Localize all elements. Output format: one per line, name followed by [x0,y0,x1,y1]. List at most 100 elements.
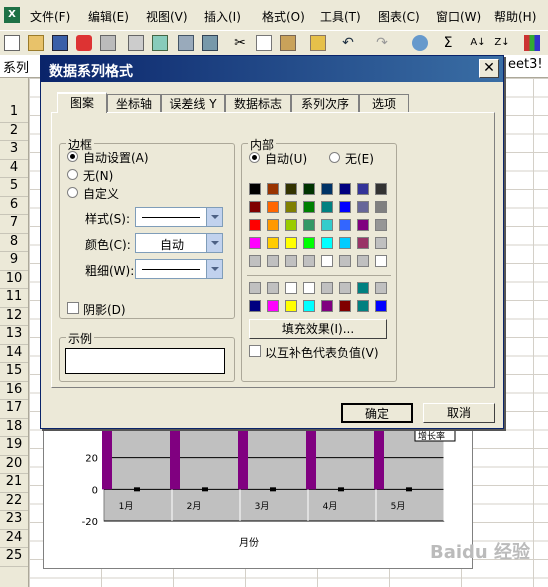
menu-help[interactable]: 帮助(H) [494,8,536,25]
tab-series-order[interactable]: 系列次序 [291,94,359,112]
color-swatch[interactable] [267,219,279,231]
color-swatch[interactable] [285,282,297,294]
formula-content[interactable]: eet3! [508,57,543,72]
color-swatch[interactable] [321,282,333,294]
color-swatch[interactable] [375,282,387,294]
close-icon[interactable]: ✕ [479,59,499,78]
open-icon[interactable] [28,35,44,51]
color-swatch[interactable] [249,237,261,249]
row-header[interactable]: 1 [0,104,28,123]
color-swatch[interactable] [267,255,279,267]
color-swatch[interactable] [321,237,333,249]
color-swatch[interactable] [321,255,333,267]
copy-icon[interactable] [256,35,272,51]
row-header[interactable]: 14 [0,345,28,363]
color-swatch[interactable] [267,183,279,195]
paste-icon[interactable] [280,35,296,51]
permission-icon[interactable] [76,35,92,51]
spelling-icon[interactable] [152,35,168,51]
color-swatch[interactable] [267,300,279,312]
menu-tools[interactable]: 工具(T) [320,8,361,25]
research-icon[interactable] [178,35,194,51]
menu-edit[interactable]: 编辑(E) [88,8,129,25]
tab-y-error-bars[interactable]: 误差线 Y [161,94,225,112]
row-header[interactable]: 5 [0,178,28,197]
row-header[interactable]: 18 [0,419,28,437]
border-weight-select[interactable] [135,259,223,279]
redo-icon[interactable]: ↷ [374,35,390,51]
row-header[interactable]: 24 [0,530,28,548]
color-swatch[interactable] [285,255,297,267]
color-swatch[interactable] [339,183,351,195]
color-swatch[interactable] [375,237,387,249]
row-header[interactable]: 8 [0,234,28,252]
color-swatch[interactable] [303,282,315,294]
color-swatch[interactable] [285,201,297,213]
row-header[interactable]: 12 [0,308,28,326]
color-swatch[interactable] [321,201,333,213]
print-icon[interactable] [100,35,116,51]
menu-view[interactable]: 视图(V) [146,8,188,25]
color-swatch[interactable] [303,219,315,231]
color-swatch[interactable] [375,219,387,231]
color-swatch[interactable] [249,282,261,294]
hyperlink-icon[interactable] [412,35,428,51]
sort-ascending-icon[interactable]: A↓ [470,35,486,51]
color-swatch[interactable] [375,183,387,195]
shadow-checkbox[interactable] [67,302,79,314]
color-swatch[interactable] [249,300,261,312]
area-automatic-radio[interactable] [249,152,260,163]
border-none-radio[interactable] [67,169,78,180]
color-swatch[interactable] [339,201,351,213]
color-swatch[interactable] [357,237,369,249]
color-swatch[interactable] [303,300,315,312]
fill-effects-button[interactable]: 填充效果(I)... [249,319,387,339]
color-swatch[interactable] [339,255,351,267]
color-swatch[interactable] [285,219,297,231]
menu-format[interactable]: 格式(O) [262,8,305,25]
color-swatch[interactable] [303,201,315,213]
color-swatch[interactable] [303,237,315,249]
color-swatch[interactable] [267,282,279,294]
menu-file[interactable]: 文件(F) [30,8,70,25]
color-swatch[interactable] [249,219,261,231]
color-swatch[interactable] [339,219,351,231]
format-painter-icon[interactable] [310,35,326,51]
row-header[interactable]: 15 [0,363,28,382]
color-swatch[interactable] [285,237,297,249]
row-header[interactable]: 11 [0,289,28,308]
border-color-select[interactable]: 自动 [135,233,223,253]
research-book-icon[interactable] [202,35,218,51]
excel-app-icon[interactable]: X [4,7,20,23]
tab-options[interactable]: 选项 [359,94,409,112]
border-automatic-radio[interactable] [67,151,78,162]
color-swatch[interactable] [375,255,387,267]
border-custom-radio[interactable] [67,187,78,198]
row-header[interactable]: 2 [0,123,28,141]
color-swatch[interactable] [339,237,351,249]
color-swatch[interactable] [267,237,279,249]
color-swatch[interactable] [357,219,369,231]
row-header[interactable]: 13 [0,326,28,345]
menu-insert[interactable]: 插入(I) [204,8,241,25]
chart-wizard-icon[interactable] [524,35,540,51]
row-header[interactable]: 20 [0,456,28,474]
row-header[interactable]: 19 [0,437,28,456]
color-swatch[interactable] [375,201,387,213]
row-header[interactable]: 23 [0,511,28,530]
color-swatch[interactable] [339,300,351,312]
border-style-select[interactable] [135,207,223,227]
row-header[interactable]: 17 [0,400,28,419]
color-swatch[interactable] [321,219,333,231]
save-icon[interactable] [52,35,68,51]
row-header[interactable]: 21 [0,474,28,493]
color-swatch[interactable] [357,255,369,267]
color-swatch[interactable] [357,300,369,312]
row-header[interactable]: 10 [0,271,28,289]
invert-negative-checkbox[interactable] [249,345,261,357]
row-header[interactable]: 3 [0,141,28,160]
color-swatch[interactable] [249,201,261,213]
color-swatch[interactable] [321,300,333,312]
undo-icon[interactable]: ↶ [340,35,356,51]
row-header[interactable]: 25 [0,548,28,567]
